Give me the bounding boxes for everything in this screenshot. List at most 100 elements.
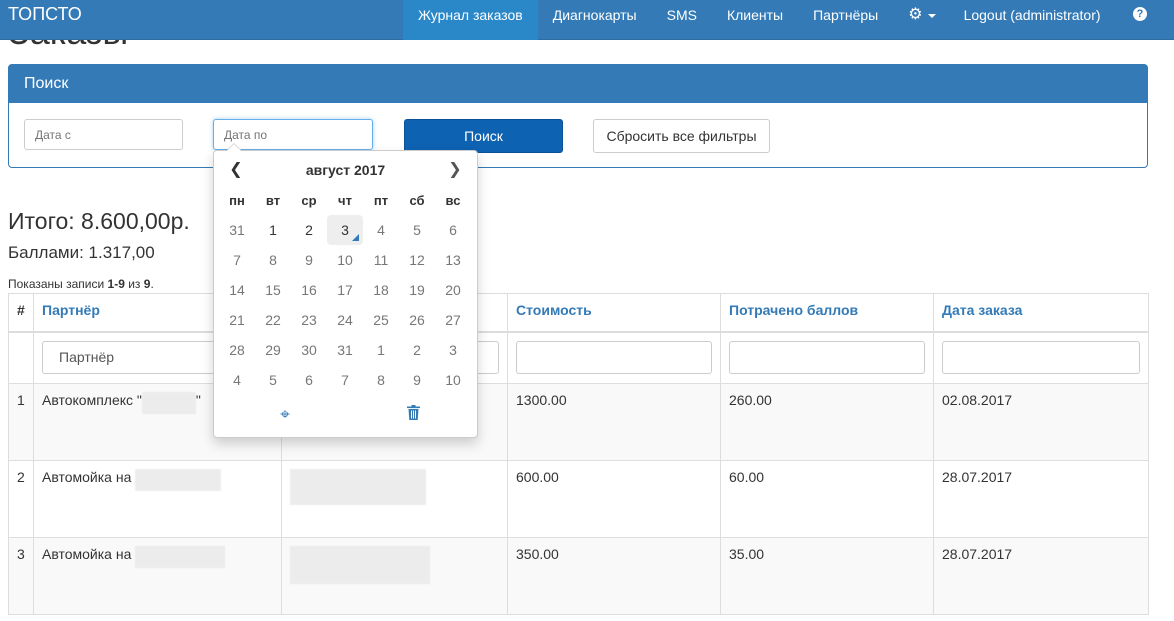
date-filter-input[interactable] xyxy=(942,340,1140,374)
calendar-day[interactable]: 29 xyxy=(255,335,291,365)
weekday-label: пн xyxy=(229,192,245,208)
column-header-date[interactable]: Дата заказа xyxy=(933,293,1149,333)
week-row: 28 29 30 31 1 2 3 xyxy=(219,335,471,365)
calendar-day[interactable]: 17 xyxy=(327,275,363,305)
crosshairs-icon[interactable]: ⌖ xyxy=(270,403,300,427)
table-row[interactable]: 2 Автомойка на 600.00 60.00 28.07.2017 xyxy=(8,460,1149,538)
calendar-day[interactable]: 1 xyxy=(255,215,291,245)
partner-name: Автомойка на xyxy=(42,469,132,485)
column-header-num: # xyxy=(8,293,34,333)
calendar-day[interactable]: 12 xyxy=(399,245,435,275)
cost-filter-input[interactable] xyxy=(516,340,712,374)
points-filter-input[interactable] xyxy=(729,340,925,374)
calendar-day[interactable]: 23 xyxy=(291,305,327,335)
trash-icon[interactable] xyxy=(398,403,428,427)
column-header-points[interactable]: Потрачено баллов xyxy=(720,293,934,333)
search-button[interactable]: Поиск xyxy=(404,119,563,153)
calendar-day[interactable]: 4 xyxy=(363,215,399,245)
calendar-day[interactable]: 2 xyxy=(399,335,435,365)
calendar-day[interactable]: 24 xyxy=(327,305,363,335)
calendar-day[interactable]: 14 xyxy=(219,275,255,305)
week-row: 14 15 16 17 18 19 20 xyxy=(219,275,471,305)
nav-diagnostic-cards[interactable]: Диагнокарты xyxy=(538,0,652,40)
summary-prefix: Показаны записи xyxy=(8,277,108,291)
filter-row: Партнёр xyxy=(8,331,1149,384)
row-points: 60.00 xyxy=(720,460,934,538)
calendar-day[interactable]: 31 xyxy=(327,335,363,365)
summary-range: 1-9 xyxy=(107,277,125,291)
datepicker-popup: ❮ август 2017 ❯ пн вт ср чт пт сб вс 31 … xyxy=(213,143,478,438)
calendar-day[interactable]: 11 xyxy=(363,245,399,275)
calendar-day[interactable]: 13 xyxy=(435,245,471,275)
calendar-day[interactable]: 7 xyxy=(219,245,255,275)
calendar-day[interactable]: 26 xyxy=(399,305,435,335)
brand-logo[interactable]: ТОПСТО xyxy=(8,5,82,23)
calendar-day[interactable]: 5 xyxy=(399,215,435,245)
date-from-input[interactable] xyxy=(24,119,183,150)
calendar-day[interactable]: 18 xyxy=(363,275,399,305)
nav-logout[interactable]: Logout (administrator) xyxy=(949,0,1116,40)
table-row[interactable]: 3 Автомойка на 350.00 35.00 28.07.2017 xyxy=(8,537,1149,615)
chevron-right-icon[interactable]: ❯ xyxy=(437,155,473,185)
calendar-day[interactable]: 22 xyxy=(255,305,291,335)
calendar-day[interactable]: 19 xyxy=(399,275,435,305)
calendar-day[interactable]: 2 xyxy=(291,215,327,245)
sort-date-link[interactable]: Дата заказа xyxy=(942,302,1022,318)
calendar-day[interactable]: 9 xyxy=(399,365,435,395)
records-summary: Показаны записи 1-9 из 9. xyxy=(8,276,154,292)
sort-partner-link[interactable]: Партнёр xyxy=(42,302,100,318)
row-cost: 600.00 xyxy=(507,460,721,538)
calendar-day[interactable]: 3 xyxy=(435,335,471,365)
nav-sms[interactable]: SMS xyxy=(652,0,712,40)
row-num: 3 xyxy=(8,537,34,615)
calendar-day[interactable]: 1 xyxy=(363,335,399,365)
settings-dropdown[interactable]: ⚙ xyxy=(893,0,948,40)
sort-cost-link[interactable]: Стоимость xyxy=(516,302,592,318)
calendar-day-today[interactable]: 3 xyxy=(327,215,363,245)
sort-points-link[interactable]: Потрачено баллов xyxy=(729,302,858,318)
navbar: ТОПСТО Журнал заказов Диагнокарты SMS Кл… xyxy=(0,0,1174,40)
calendar-day[interactable]: 6 xyxy=(435,215,471,245)
calendar-day[interactable]: 25 xyxy=(363,305,399,335)
calendar-day[interactable]: 16 xyxy=(291,275,327,305)
weekday-label: ср xyxy=(301,192,317,208)
calendar-day[interactable]: 20 xyxy=(435,275,471,305)
calendar-day[interactable]: 10 xyxy=(327,245,363,275)
column-header-cost[interactable]: Стоимость xyxy=(507,293,721,333)
nav-clients[interactable]: Клиенты xyxy=(712,0,798,40)
search-panel: Поиск Поиск Сбросить все фильтры xyxy=(8,64,1148,168)
help-icon[interactable]: ? xyxy=(1133,7,1147,21)
row-cost: 350.00 xyxy=(507,537,721,615)
reset-filters-button[interactable]: Сбросить все фильтры xyxy=(593,119,770,153)
calendar-day[interactable]: 10 xyxy=(435,365,471,395)
calendar-day[interactable]: 30 xyxy=(291,335,327,365)
weekday-label: вт xyxy=(265,192,281,208)
calendar-day[interactable]: 28 xyxy=(219,335,255,365)
row-date: 28.07.2017 xyxy=(933,460,1149,538)
nav-orders-journal[interactable]: Журнал заказов xyxy=(403,0,538,40)
redacted-text xyxy=(141,392,196,414)
datepicker-month-title[interactable]: август 2017 xyxy=(254,155,437,185)
weekday-label: пт xyxy=(373,192,389,208)
calendar-day[interactable]: 15 xyxy=(255,275,291,305)
main-nav: Журнал заказов Диагнокарты SMS Клиенты П… xyxy=(403,0,1116,40)
week-row: 31 1 2 3 4 5 6 xyxy=(219,215,471,245)
datepicker-header: ❮ август 2017 ❯ xyxy=(214,155,477,185)
calendar-day[interactable]: 5 xyxy=(255,365,291,395)
row-num: 1 xyxy=(8,383,34,461)
calendar-day[interactable]: 6 xyxy=(291,365,327,395)
popup-arrow-inner xyxy=(227,144,241,151)
calendar-day[interactable]: 9 xyxy=(291,245,327,275)
calendar-day[interactable]: 8 xyxy=(255,245,291,275)
summary-suffix: . xyxy=(150,277,154,291)
summary-mid: из xyxy=(124,277,144,291)
nav-partners[interactable]: Партнёры xyxy=(798,0,893,40)
calendar-day[interactable]: 21 xyxy=(219,305,255,335)
chevron-left-icon[interactable]: ❮ xyxy=(218,155,254,185)
calendar-day[interactable]: 7 xyxy=(327,365,363,395)
calendar-day[interactable]: 4 xyxy=(219,365,255,395)
table-row[interactable]: 1 Автокомплекс " " 1300.00 260.00 02.08.2… xyxy=(8,383,1149,461)
calendar-day[interactable]: 31 xyxy=(219,215,255,245)
calendar-day[interactable]: 27 xyxy=(435,305,471,335)
calendar-day[interactable]: 8 xyxy=(363,365,399,395)
